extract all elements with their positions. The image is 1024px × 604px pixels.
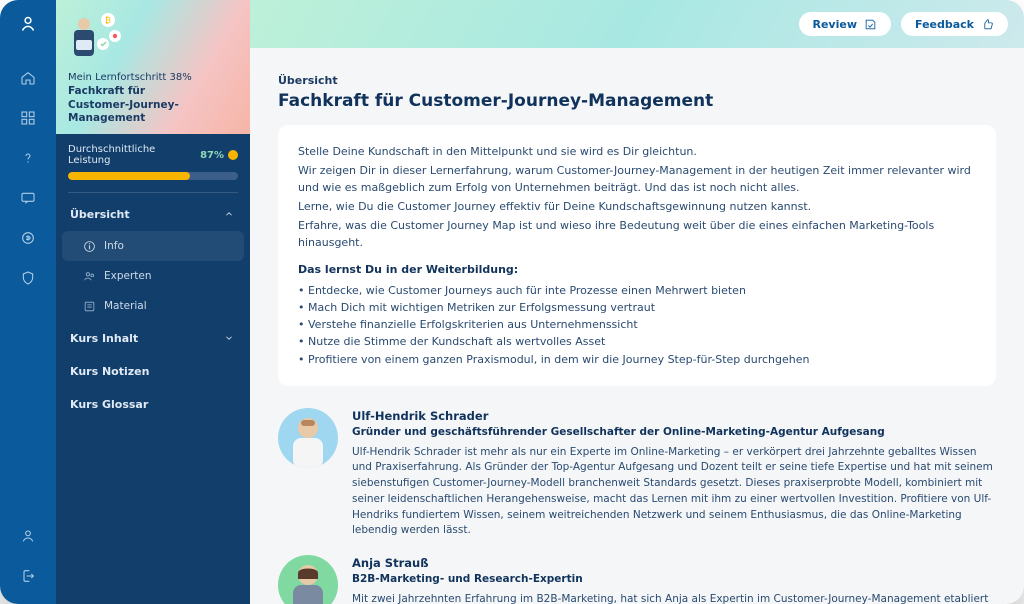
nav-chat-icon[interactable] — [10, 180, 46, 216]
learn-heading: Das lernst Du in der Weiterbildung: — [298, 263, 518, 276]
material-icon — [82, 299, 96, 313]
svg-text:₿: ₿ — [105, 16, 111, 25]
intro-card: Stelle Deine Kundschaft in den Mittelpun… — [278, 125, 996, 386]
section-overview[interactable]: Übersicht — [56, 197, 250, 231]
nav-profile-icon[interactable] — [10, 518, 46, 554]
list-item: Profitiere von einem ganzen Praxismodul,… — [298, 351, 976, 368]
avatar — [278, 408, 338, 468]
expert-role: Gründer und geschäftsführender Gesellsch… — [352, 425, 996, 441]
icon-rail — [0, 0, 56, 604]
topbar: Review Feedback — [250, 0, 1024, 48]
expert-bio: Mit zwei Jahrzehnten Erfahrung im B2B-Ma… — [352, 592, 996, 604]
progress-label: Mein Lernfortschritt 38% — [68, 72, 238, 83]
nav-security-icon[interactable] — [10, 260, 46, 296]
nav-item-info[interactable]: Info — [62, 231, 244, 261]
section-notes[interactable]: Kurs Notizen — [56, 355, 250, 388]
expert-name: Anja Strauß — [352, 555, 996, 572]
sidebar-nav: Übersicht Info Experten — [56, 193, 250, 425]
nav-help-icon[interactable] — [10, 140, 46, 176]
expert-name: Ulf-Hendrik Schrader — [352, 408, 996, 425]
app-frame: ₿ Mein Lernfortschritt 38% Fachkraft für… — [0, 0, 1024, 604]
nav-home-icon[interactable] — [10, 60, 46, 96]
expert-card: Ulf-Hendrik Schrader Gründer und geschäf… — [278, 408, 996, 540]
learn-list: Entdecke, wie Customer Journeys auch für… — [298, 282, 976, 367]
page-eyebrow: Übersicht — [278, 74, 996, 87]
info-icon — [82, 239, 96, 253]
performance-label: Durchschnittliche Leistung — [68, 144, 200, 166]
nav-dashboard-icon[interactable] — [10, 100, 46, 136]
review-icon — [863, 17, 877, 31]
main-content[interactable]: Übersicht Fachkraft für Customer-Journey… — [250, 48, 1024, 604]
experts-section: Ulf-Hendrik Schrader Gründer und geschäf… — [278, 408, 996, 604]
performance-block: Durchschnittliche Leistung 87% — [56, 134, 250, 180]
list-item: Mach Dich mit wichtigen Metriken zur Erf… — [298, 299, 976, 316]
list-item: Nutze die Stimme der Kundschaft als wert… — [298, 333, 976, 350]
intro-p4: Erfahre, was die Customer Journey Map is… — [298, 217, 976, 251]
performance-value: 87% — [200, 150, 224, 161]
chevron-down-icon — [222, 331, 236, 345]
app-logo — [13, 10, 43, 40]
section-glossary[interactable]: Kurs Glossar — [56, 388, 250, 421]
intro-p1: Stelle Deine Kundschaft in den Mittelpun… — [298, 143, 976, 160]
performance-bar — [68, 172, 238, 180]
page-title: Fachkraft für Customer-Journey-Managemen… — [278, 91, 996, 111]
sidebar-hero: ₿ Mein Lernfortschritt 38% Fachkraft für… — [56, 0, 250, 134]
performance-dot-icon — [228, 150, 238, 160]
course-sidebar: ₿ Mein Lernfortschritt 38% Fachkraft für… — [56, 0, 250, 604]
expert-body: Anja Strauß B2B-Marketing- und Research-… — [352, 555, 996, 604]
expert-role: B2B-Marketing- und Research-Expertin — [352, 572, 996, 588]
nav-logout-icon[interactable] — [10, 558, 46, 594]
feedback-button[interactable]: Feedback — [901, 12, 1008, 36]
intro-p3: Lerne, wie Du die Customer Journey effek… — [298, 198, 976, 215]
expert-card: Anja Strauß B2B-Marketing- und Research-… — [278, 555, 996, 604]
nav-item-experts[interactable]: Experten — [56, 261, 250, 291]
list-item: Entdecke, wie Customer Journeys auch für… — [298, 282, 976, 299]
intro-p2: Wir zeigen Dir in dieser Lernerfahrung, … — [298, 162, 976, 196]
nav-billing-icon[interactable] — [10, 220, 46, 256]
course-title: Fachkraft für Customer-Journey-Managemen… — [68, 85, 238, 126]
expert-bio: Ulf-Hendrik Schrader ist mehr als nur ei… — [352, 445, 996, 540]
thumbs-up-icon — [980, 17, 994, 31]
avatar — [278, 555, 338, 604]
expert-body: Ulf-Hendrik Schrader Gründer und geschäf… — [352, 408, 996, 540]
list-item: Verstehe finanzielle Erfolgskriterien au… — [298, 316, 976, 333]
hero-illustration: ₿ — [68, 10, 124, 66]
nav-item-material[interactable]: Material — [56, 291, 250, 321]
chevron-up-icon — [222, 207, 236, 221]
review-button[interactable]: Review — [799, 12, 892, 36]
experts-icon — [82, 269, 96, 283]
section-content[interactable]: Kurs Inhalt — [56, 321, 250, 355]
